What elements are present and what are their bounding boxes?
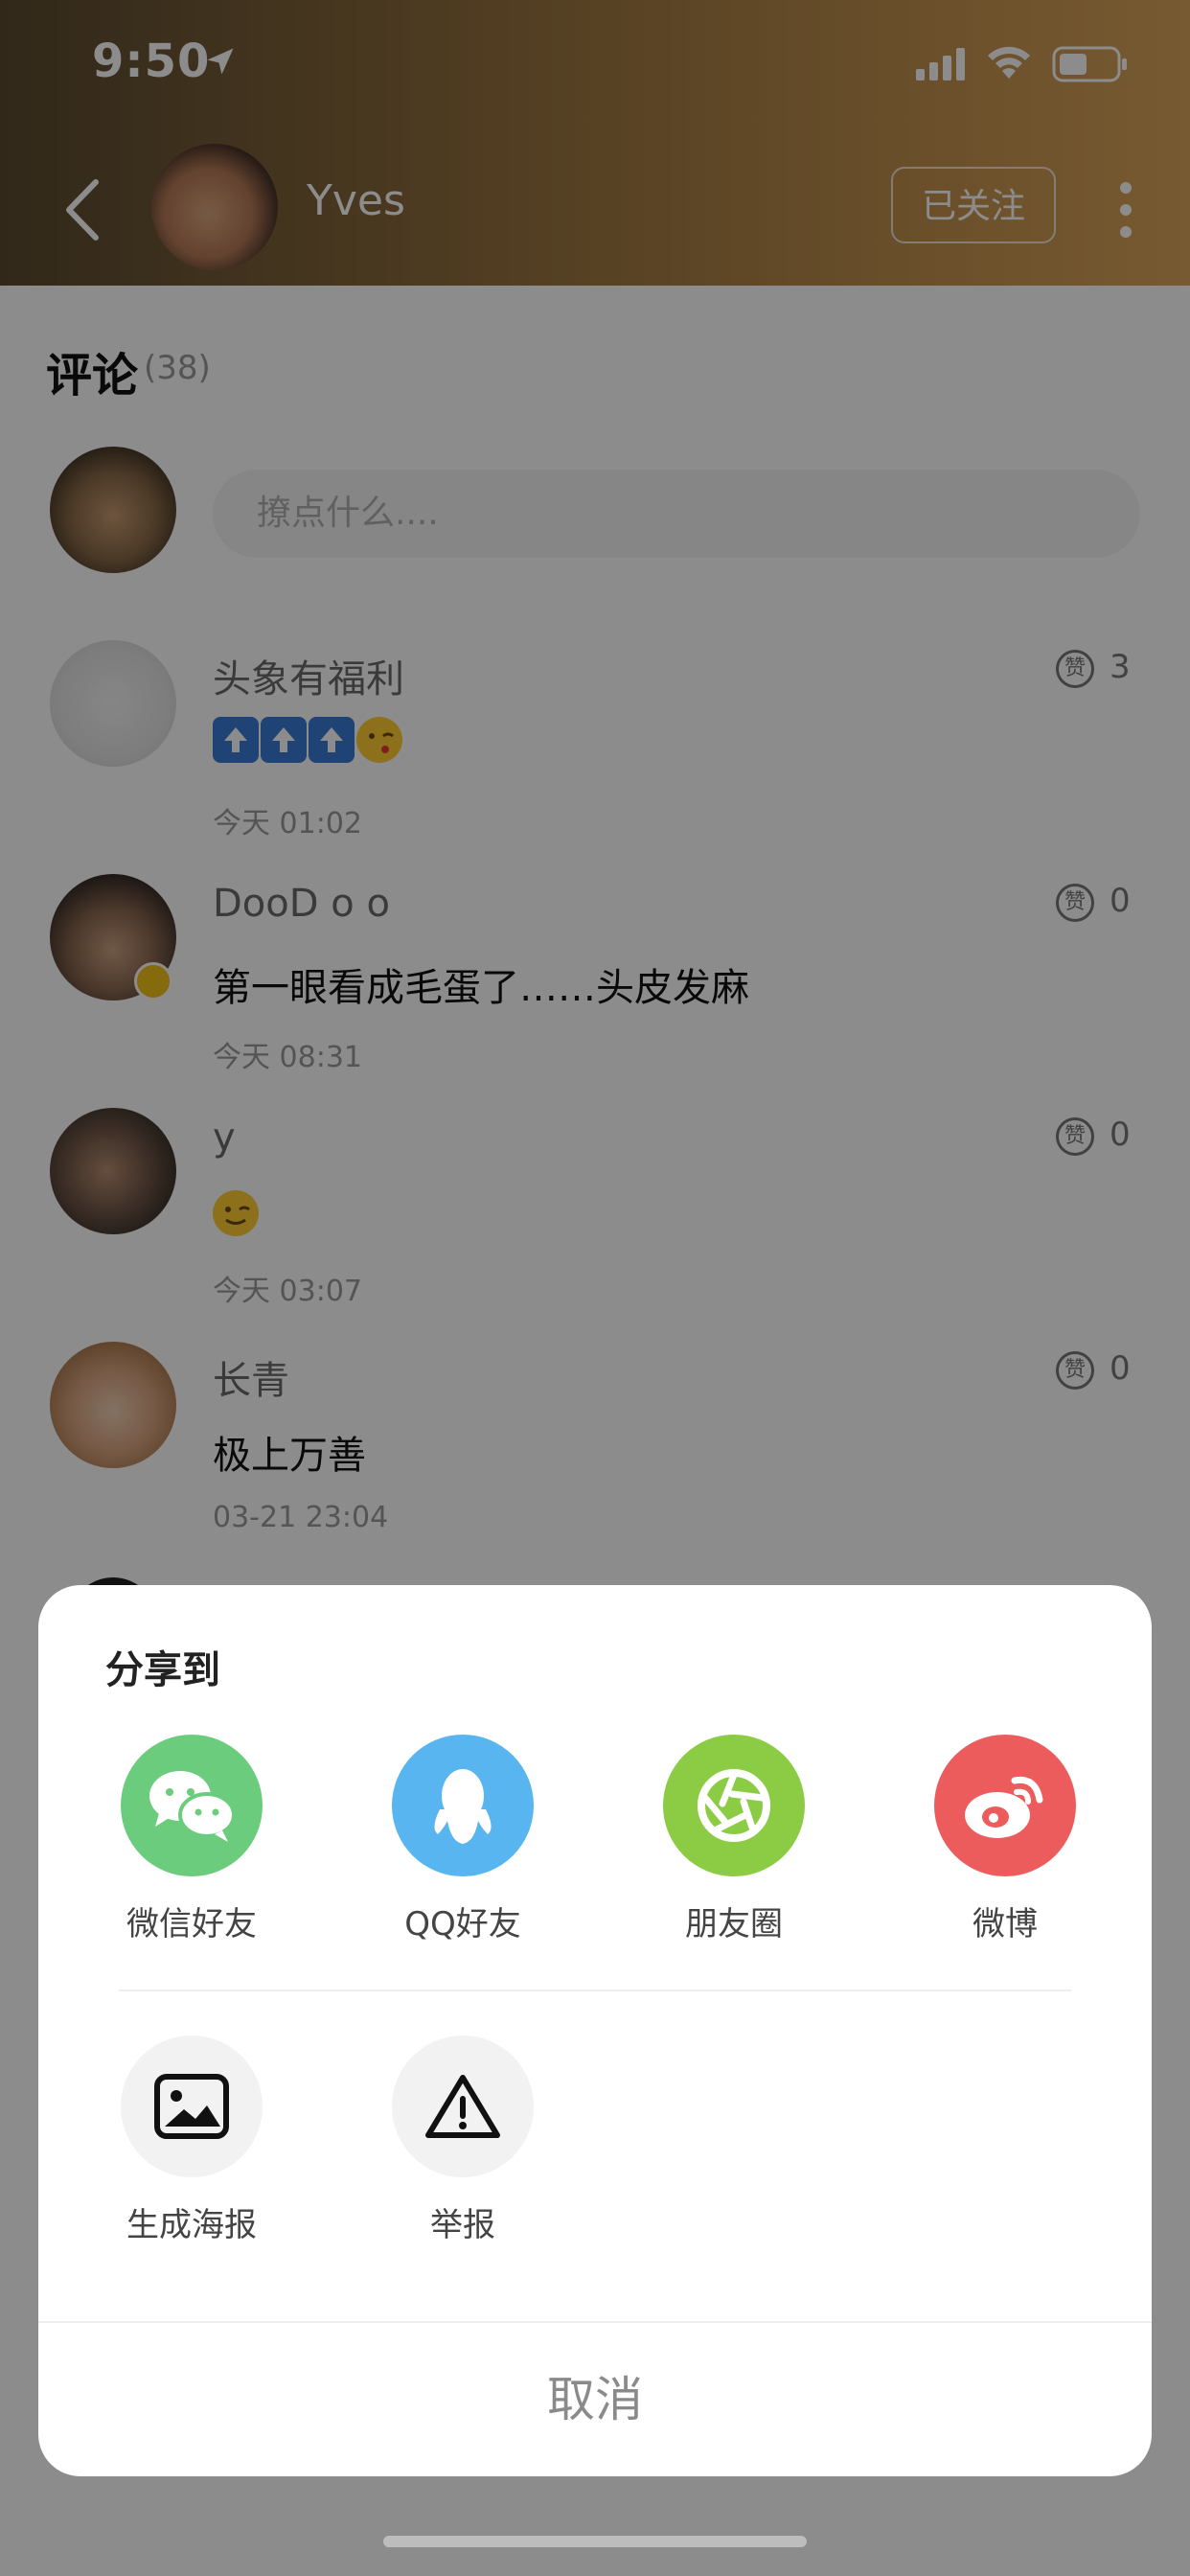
- cancel-button[interactable]: 取消: [38, 2323, 1152, 2476]
- generate-poster-button[interactable]: 生成海报: [86, 2036, 297, 2246]
- share-sheet: 分享到 微信好友 QQ好友 朋友圈 微博 生成海报 举报 取消: [38, 1585, 1152, 2476]
- share-sheet-title: 分享到: [105, 1648, 220, 1692]
- share-moments-button[interactable]: 朋友圈: [629, 1735, 839, 1945]
- home-indicator: [383, 2536, 807, 2547]
- warning-icon: [392, 2036, 534, 2177]
- share-wechat-friend-button[interactable]: 微信好友: [86, 1735, 297, 1945]
- screen: 9:50 Yves 已关注 评论 (38) 撩点什么.... 头象有福利 今天 …: [0, 0, 1190, 2576]
- share-label: 朋友圈: [685, 1905, 783, 1944]
- wechat-icon: [121, 1735, 263, 1876]
- share-label: 举报: [430, 2206, 495, 2244]
- share-label: 微博: [973, 1905, 1038, 1944]
- share-weibo-button[interactable]: 微博: [900, 1735, 1110, 1945]
- report-button[interactable]: 举报: [357, 2036, 568, 2246]
- divider: [119, 1990, 1071, 1991]
- share-label: 生成海报: [126, 2206, 257, 2244]
- weibo-icon: [934, 1735, 1076, 1876]
- share-label: 微信好友: [126, 1905, 257, 1944]
- share-label: QQ好友: [404, 1905, 521, 1944]
- share-qq-friend-button[interactable]: QQ好友: [357, 1735, 568, 1945]
- moments-icon: [663, 1735, 805, 1876]
- qq-icon: [392, 1735, 534, 1876]
- image-icon: [121, 2036, 263, 2177]
